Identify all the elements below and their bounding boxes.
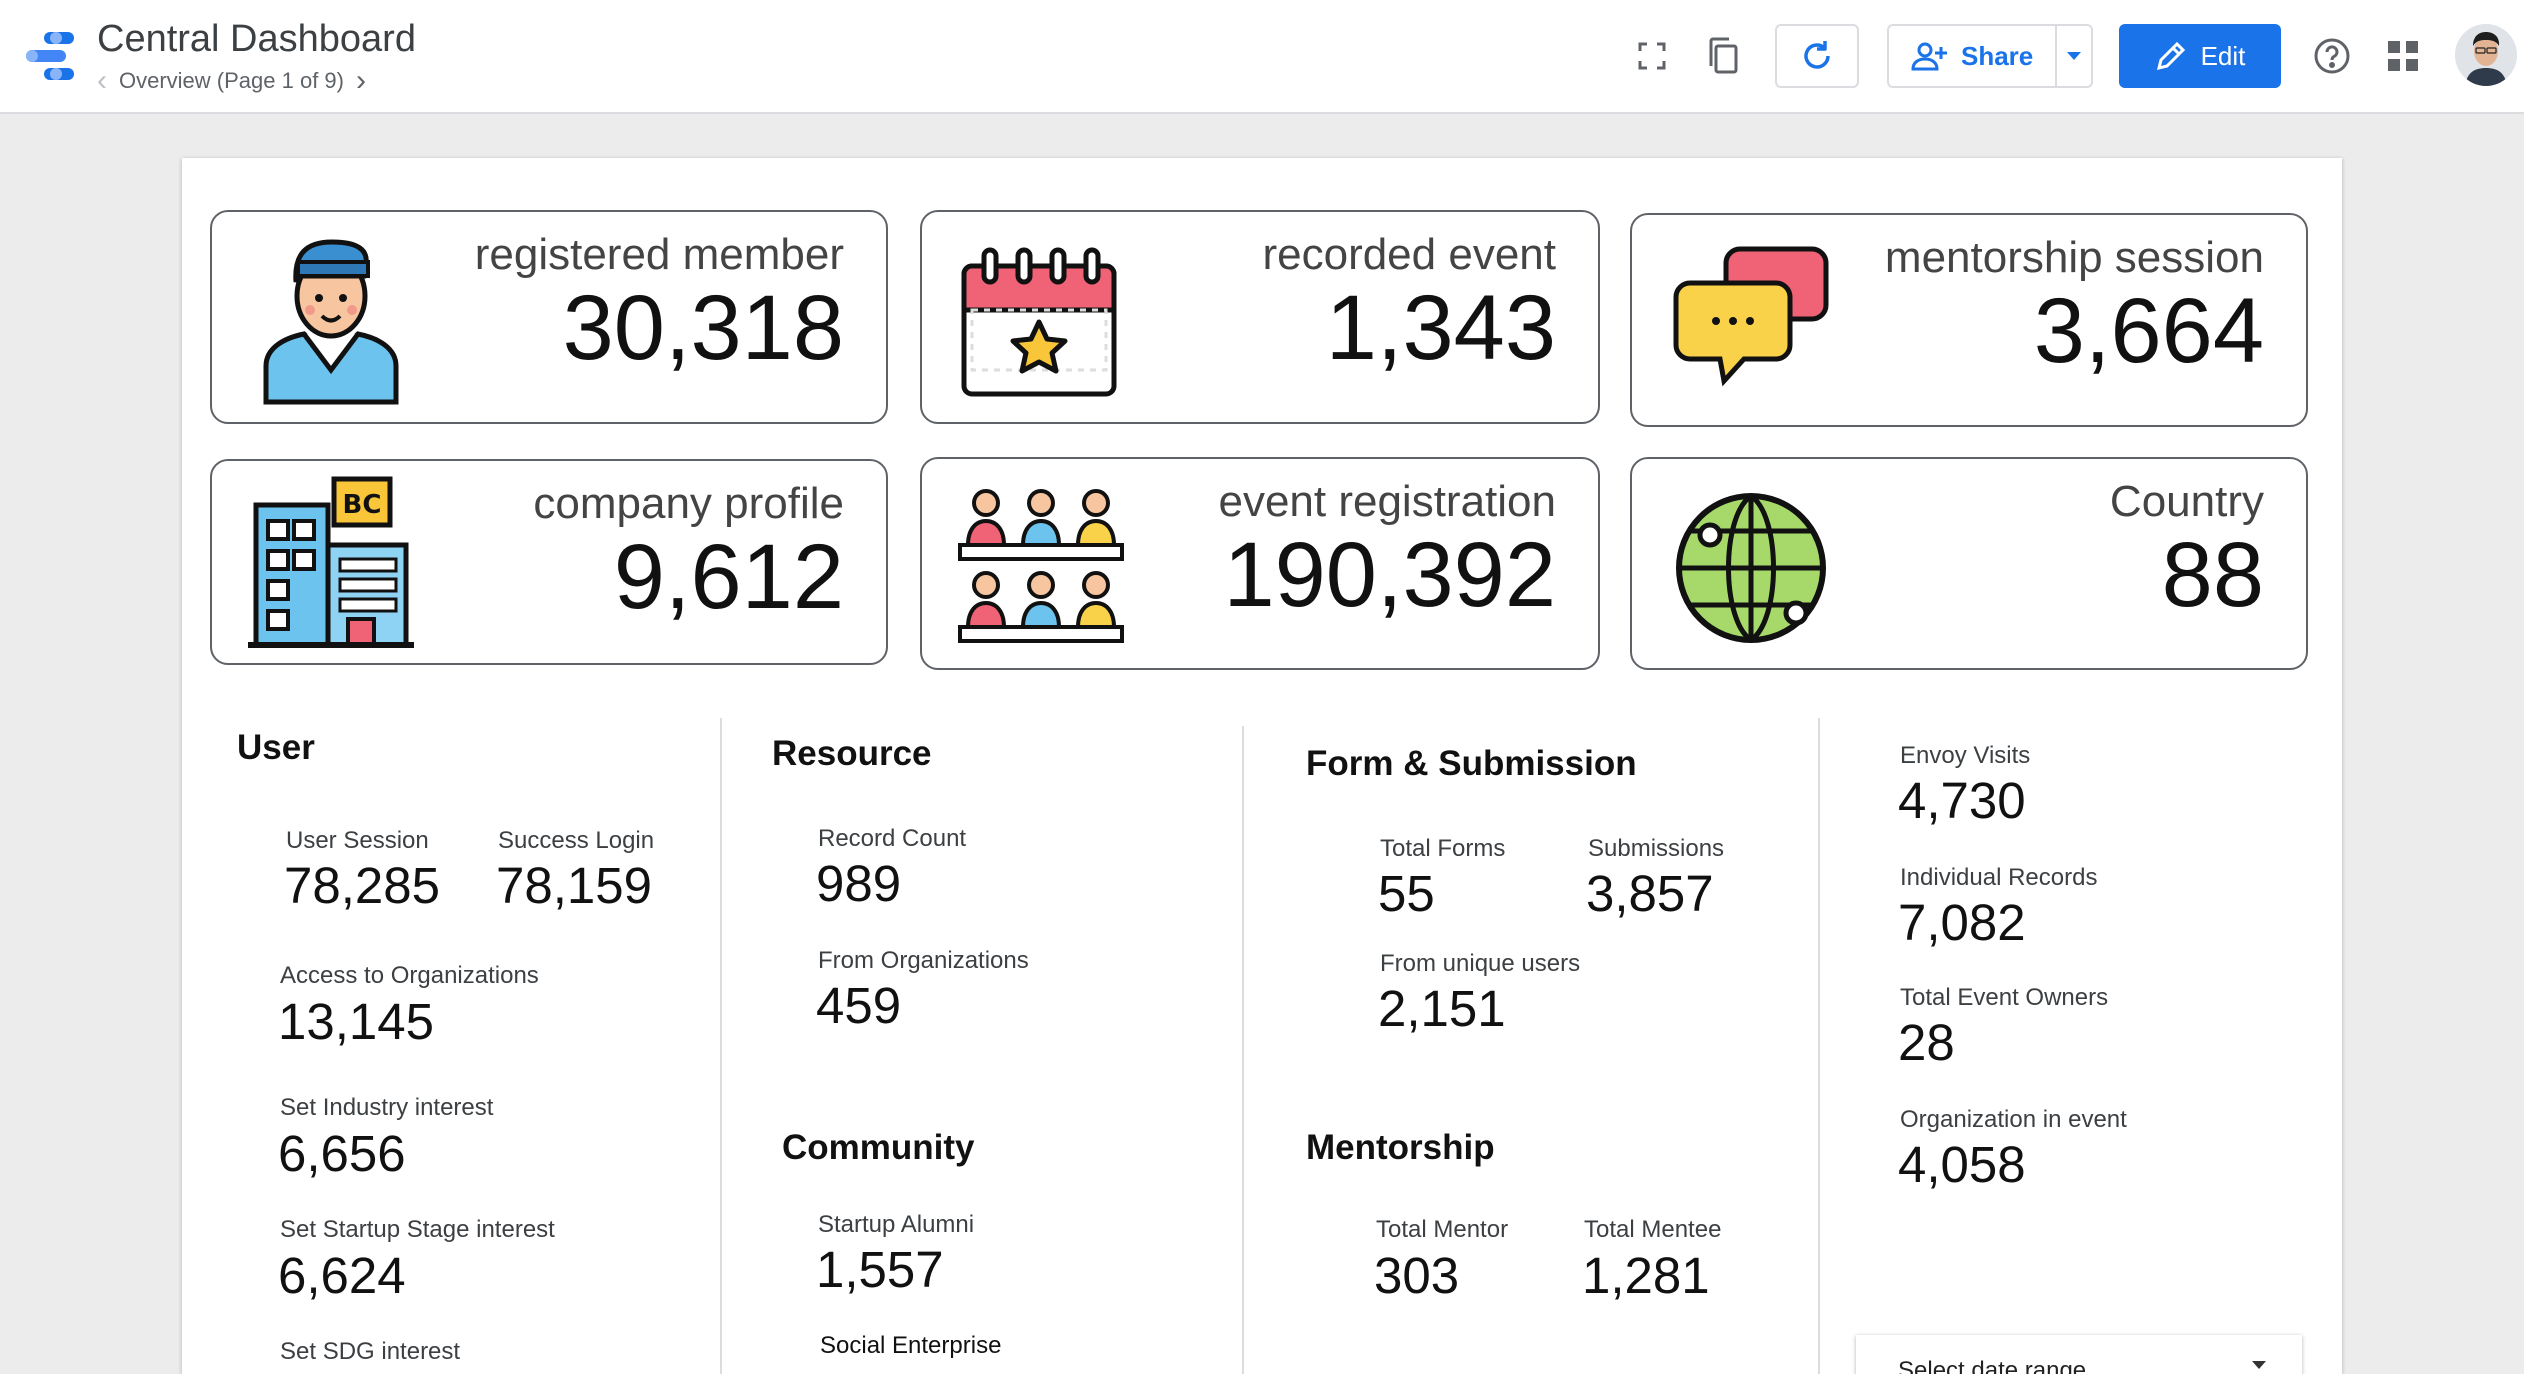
metric-value: 4,058: [1898, 1136, 2026, 1193]
building-icon: BC: [248, 476, 414, 648]
audience-icon: [958, 489, 1124, 643]
metric-label: Success Login: [498, 827, 655, 854]
metric-label: Organization in event: [1900, 1106, 2127, 1133]
svg-text:BC: BC: [343, 490, 382, 520]
column-divider: [720, 718, 722, 1374]
member-icon: [263, 239, 399, 405]
scorecard-event-registration[interactable]: event registration 190,392: [920, 457, 1600, 670]
fullscreen-icon[interactable]: [1630, 34, 1674, 78]
scorecard-value: 30,318: [562, 277, 844, 379]
edit-label: Edit: [2200, 40, 2246, 71]
scorecard-value: 9,612: [613, 526, 844, 628]
metric-value: 28: [1898, 1014, 1955, 1071]
metric-label: Total Mentor: [1376, 1216, 1509, 1243]
metric-value: 78,285: [284, 857, 440, 914]
scorecard-label: Country: [2109, 477, 2264, 526]
metric-label: Envoy Visits: [1900, 742, 2031, 769]
share-main[interactable]: Share: [1889, 26, 2057, 86]
metric-label: Set Startup Stage interest: [280, 1216, 555, 1243]
scorecard-mentorship-session[interactable]: mentorship session 3,664: [1630, 213, 2308, 427]
metric-label: Total Mentee: [1584, 1216, 1722, 1243]
metric-value: 13,145: [278, 993, 434, 1050]
metric-label: Total Event Owners: [1900, 984, 2109, 1011]
report-canvas: registered member 30,318 recorded event …: [182, 158, 2342, 1374]
metric-label: From Organizations: [818, 947, 1029, 974]
section-title-resource: Resource: [772, 734, 932, 773]
metric-value: 6,624: [278, 1247, 406, 1304]
scorecard-value: 190,392: [1223, 524, 1556, 626]
scorecard-country[interactable]: Country 88: [1630, 457, 2308, 670]
report-title[interactable]: Central Dashboard: [97, 18, 416, 61]
refresh-icon: [1804, 41, 1830, 69]
refresh-button[interactable]: [1775, 24, 1859, 88]
section-title-forms: Form & Submission: [1306, 744, 1637, 783]
section-title-community: Community: [782, 1128, 975, 1167]
add-person-icon: [1911, 42, 1947, 71]
metric-value: 1,557: [816, 1241, 944, 1298]
metric-value: 3,857: [1586, 865, 1714, 922]
column-divider: [1242, 726, 1244, 1374]
page-label[interactable]: Overview (Page 1 of 9): [119, 68, 344, 94]
metric-label: User Session: [286, 827, 429, 854]
previous-page-icon[interactable]: ‹: [97, 66, 107, 96]
date-range-placeholder: Select date range: [1898, 1357, 2087, 1374]
metric-value: 459: [816, 977, 902, 1034]
chat-bubbles-icon: [1673, 246, 1829, 387]
scorecard-label: company profile: [533, 479, 844, 528]
metric-label: Set Industry interest: [280, 1094, 494, 1121]
metric-value: 4,730: [1898, 772, 2026, 829]
scorecard-company-profile[interactable]: BC company profile 9,612: [210, 459, 888, 665]
scorecard-value: 1,343: [1325, 277, 1556, 379]
metric-label: Access to Organizations: [280, 962, 539, 989]
metric-value: 1,281: [1582, 1247, 1710, 1304]
metric-label: Startup Alumni: [818, 1211, 975, 1238]
next-page-icon[interactable]: ›: [356, 66, 366, 96]
scorecard-label: mentorship session: [1884, 233, 2264, 282]
metric-label: Total Forms: [1380, 835, 1506, 862]
metric-value: 78,159: [496, 857, 652, 914]
apps-grid-icon[interactable]: [2381, 34, 2425, 78]
metric-value: 989: [816, 855, 902, 912]
metric-value: 2,151: [1378, 980, 1506, 1037]
top-bar: Central Dashboard ‹ Overview (Page 1 of …: [0, 0, 2524, 114]
metric-value: 7,082: [1898, 894, 2026, 951]
calendar-star-icon: [961, 247, 1117, 397]
scorecard-value: 88: [2161, 524, 2264, 626]
metric-label: Submissions: [1588, 835, 1725, 862]
metric-value: 6,656: [278, 1125, 406, 1182]
scorecard-value: 3,664: [2033, 280, 2264, 382]
date-range-selector[interactable]: Select date range: [1856, 1335, 2302, 1374]
copy-icon[interactable]: [1700, 34, 1744, 78]
share-label: Share: [1961, 40, 2034, 71]
avatar[interactable]: [2455, 24, 2517, 86]
help-icon[interactable]: [2310, 34, 2354, 78]
metric-value: 55: [1378, 865, 1435, 922]
datastudio-logo-icon[interactable]: [18, 30, 78, 84]
share-button[interactable]: Share: [1887, 24, 2093, 88]
share-dropdown[interactable]: [2057, 51, 2091, 61]
scorecard-label: registered member: [474, 230, 844, 279]
scorecard-label: recorded event: [1262, 230, 1556, 279]
page-navigator: ‹ Overview (Page 1 of 9) ›: [97, 66, 366, 96]
section-title-mentorship: Mentorship: [1306, 1128, 1495, 1167]
scorecard-label: event registration: [1218, 477, 1556, 526]
column-divider: [1818, 718, 1820, 1374]
section-title-user: User: [237, 728, 315, 767]
dropdown-arrow-icon: [2252, 1361, 2266, 1369]
metric-label: Set SDG interest: [280, 1338, 461, 1365]
pencil-icon: [2156, 41, 2185, 71]
globe-icon: [1676, 493, 1826, 643]
metric-label: Individual Records: [1900, 864, 2098, 891]
metric-label: Record Count: [818, 825, 967, 852]
metric-label: From unique users: [1380, 950, 1581, 977]
caret-down-icon: [2067, 52, 2081, 60]
scorecard-recorded-event[interactable]: recorded event 1,343: [920, 210, 1600, 424]
metric-value: 303: [1374, 1247, 1460, 1304]
metric-label: Social Enterprise: [820, 1332, 1002, 1359]
scorecard-registered-member[interactable]: registered member 30,318: [210, 210, 888, 424]
edit-button[interactable]: Edit: [2119, 24, 2281, 88]
